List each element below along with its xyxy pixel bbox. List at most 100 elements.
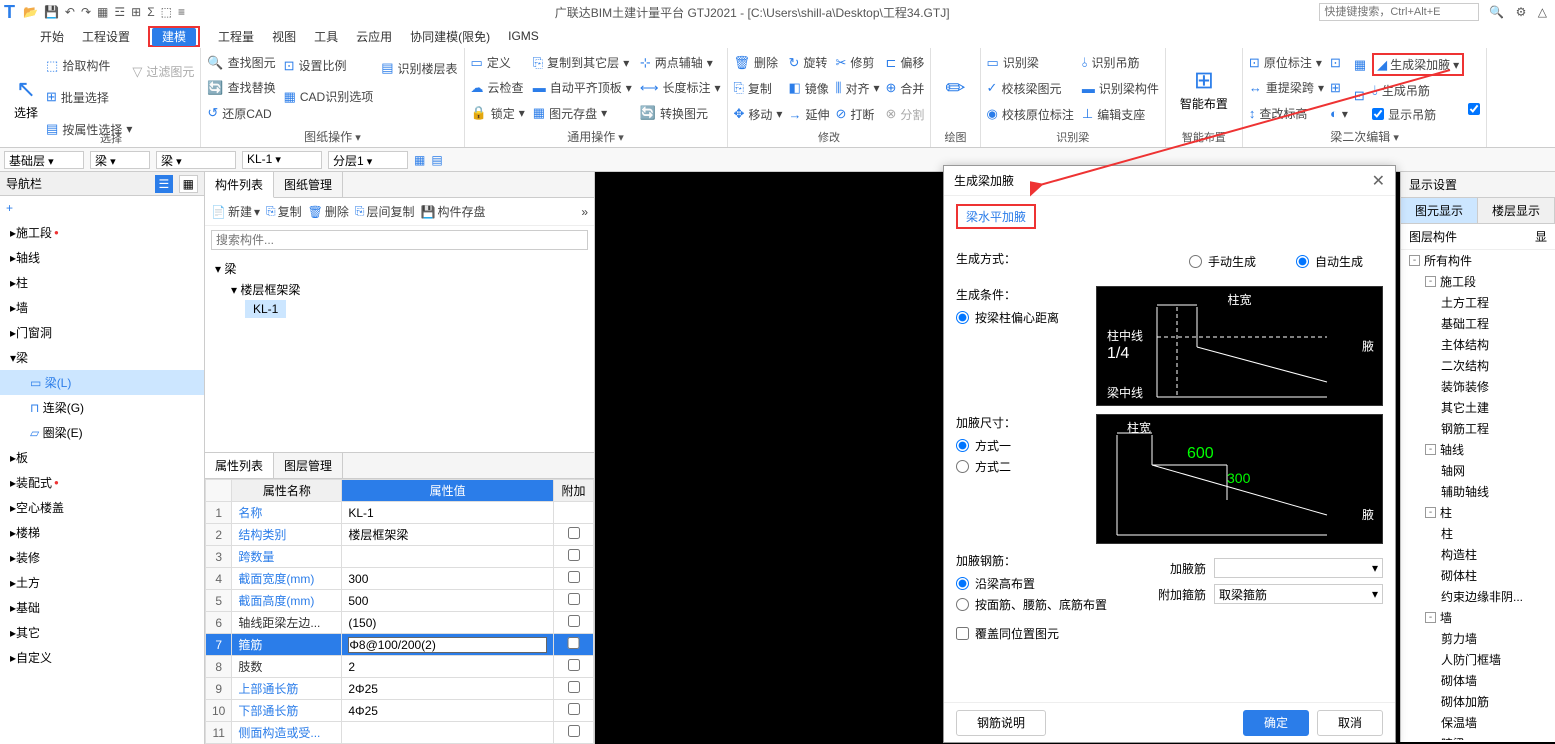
more-icon[interactable]: » <box>581 205 588 219</box>
new-button[interactable]: 📄新建 ▾ <box>211 203 260 220</box>
elev-button[interactable]: ↕查改标高 <box>1249 105 1324 122</box>
cloud-check-button[interactable]: ☁云检查 <box>471 79 525 96</box>
layer-row[interactable]: -施工段 <box>1401 271 1555 292</box>
layer-row[interactable]: 约束边缘非阴... <box>1401 586 1555 607</box>
prop-row[interactable]: 6轴线距梁左边...(150) <box>206 612 594 634</box>
layer-row[interactable]: 砌体柱 <box>1401 565 1555 586</box>
menu-igms[interactable]: IGMS <box>508 29 539 43</box>
layer-row[interactable]: 基础工程 <box>1401 313 1555 334</box>
segment-select[interactable]: 分层1 ▾ <box>328 151 408 169</box>
find-element-button[interactable]: 🔍查找图元 <box>207 54 275 71</box>
radio-by-offset[interactable]: 按梁柱偏心距离 <box>956 309 1086 326</box>
close-icon[interactable]: ✕ <box>1372 171 1385 191</box>
extend-button[interactable]: →延伸 <box>788 106 829 123</box>
recognize-hanger-button[interactable]: ⫰识别吊筋 <box>1082 54 1159 71</box>
prop-row[interactable]: 5截面高度(mm)500 <box>206 590 594 612</box>
show-hanger-checkbox[interactable] <box>1372 108 1384 120</box>
rotate-button[interactable]: ↻旋转 <box>788 54 829 71</box>
view-store-button[interactable]: ▦图元存盘▾ <box>533 105 632 122</box>
prop-row[interactable]: 2结构类别楼层框架梁 <box>206 524 594 546</box>
nav-sub-link-beam[interactable]: ⊓ 连梁(G) <box>0 395 204 420</box>
menu-start[interactable]: 开始 <box>40 28 64 45</box>
prop-row[interactable]: 11侧面构造或受... <box>206 722 594 744</box>
qat-layers-icon[interactable]: ☲ <box>114 5 125 19</box>
nav-item-precast[interactable]: ▸ 装配式● <box>0 470 204 495</box>
cancel-button[interactable]: 取消 <box>1317 710 1383 736</box>
overwrite-checkbox-row[interactable]: 覆盖同位置图元 <box>956 625 1383 642</box>
tab-layer-mgmt[interactable]: 图层管理 <box>274 453 343 478</box>
qat-view-icon[interactable]: ▦ <box>97 5 108 19</box>
trim-button[interactable]: ✂修剪 <box>835 54 879 71</box>
menu-view[interactable]: 视图 <box>272 28 296 45</box>
prop-row[interactable]: 9上部通长筋2Φ25 <box>206 678 594 700</box>
copy-to-layer-button[interactable]: ⎘复制到其它层▾ <box>533 54 632 71</box>
extra-checkbox[interactable] <box>1468 103 1480 115</box>
radio-manual[interactable]: 手动生成 <box>1189 253 1256 270</box>
merge-button[interactable]: ⊕合并 <box>886 80 925 97</box>
nav-list-view-button[interactable]: ☰ <box>155 175 174 193</box>
layer-row[interactable]: 砌体墙 <box>1401 670 1555 691</box>
qat-redo-icon[interactable]: ↷ <box>81 5 91 19</box>
layer-row[interactable]: 柱 <box>1401 523 1555 544</box>
origin-dim-button[interactable]: ⊡原位标注▾ <box>1249 54 1324 71</box>
nav-item-finish[interactable]: ▸ 装修 <box>0 545 204 570</box>
layer-row[interactable]: 轴网 <box>1401 460 1555 481</box>
nav-item-axis[interactable]: ▸ 轴线 <box>0 245 204 270</box>
edit-support-button[interactable]: ⊥编辑支座 <box>1082 106 1159 123</box>
layer-table-button[interactable]: ▤识别楼层表 <box>381 60 457 77</box>
nav-item-foundation[interactable]: ▸ 基础 <box>0 595 204 620</box>
layer-row[interactable]: -柱 <box>1401 502 1555 523</box>
save-component-button[interactable]: 💾构件存盘 <box>421 203 486 220</box>
batch-select-button[interactable]: ⊞批量选择 <box>46 89 132 106</box>
layer-row[interactable]: 暗梁 <box>1401 733 1555 740</box>
qat-more-icon[interactable]: ≡ <box>178 5 185 19</box>
layer-row[interactable]: 钢筋工程 <box>1401 418 1555 439</box>
name-select[interactable]: KL-1 ▾ <box>242 151 322 169</box>
overwrite-checkbox[interactable] <box>956 627 969 640</box>
icon-btn-5[interactable]: ⊡ <box>1354 88 1366 104</box>
menu-cloud[interactable]: 云应用 <box>356 28 392 45</box>
haunch-bar-combo[interactable]: ▾ <box>1214 558 1383 578</box>
prop-row[interactable]: 3跨数量 <box>206 546 594 568</box>
select-big-button[interactable]: ↖ 选择 <box>6 50 46 145</box>
nav-item-earth[interactable]: ▸ 土方 <box>0 570 204 595</box>
nav-grid-view-button[interactable]: ▦ <box>179 175 198 193</box>
smart-layout-button[interactable]: ⊞ 智能布置 <box>1172 50 1236 127</box>
layer-row[interactable]: -所有构件 <box>1401 250 1555 271</box>
ok-button[interactable]: 确定 <box>1243 710 1309 736</box>
tree-root[interactable]: ▾ 梁 <box>215 258 584 279</box>
tab-properties[interactable]: 属性列表 <box>205 453 274 478</box>
align-button[interactable]: ⫼对齐▾ <box>835 80 879 97</box>
mirror-button[interactable]: ◧镜像 <box>788 80 829 97</box>
icon-btn-4[interactable]: ▦ <box>1354 57 1366 73</box>
radio-along-beam[interactable]: 沿梁高布置 <box>956 575 1136 592</box>
layer-row[interactable]: 土方工程 <box>1401 292 1555 313</box>
layer-row[interactable]: 砌体加筋 <box>1401 691 1555 712</box>
radio-auto[interactable]: 自动生成 <box>1296 253 1363 270</box>
set-scale-button[interactable]: ⊡设置比例 <box>284 57 374 74</box>
layer-row[interactable]: -轴线 <box>1401 439 1555 460</box>
layer-row[interactable]: 人防门框墙 <box>1401 649 1555 670</box>
recognize-beam-member-button[interactable]: ▬识别梁构件 <box>1082 80 1159 97</box>
icon-btn-2[interactable]: ⊞ <box>1330 80 1348 96</box>
filter-icon-2[interactable]: ▤ <box>431 153 442 167</box>
icon-btn-1[interactable]: ⊡ <box>1330 55 1348 71</box>
prop-row[interactable]: 7箍筋 <box>206 634 594 656</box>
search-icon[interactable]: 🔍 <box>1489 5 1504 19</box>
filter-icon-1[interactable]: ▦ <box>414 153 425 167</box>
nav-item-hollow[interactable]: ▸ 空心楼盖 <box>0 495 204 520</box>
tree-group[interactable]: ▾ 楼层框架梁 <box>231 279 584 300</box>
radio-mode1[interactable]: 方式一 <box>956 437 1086 454</box>
show-hanger-button[interactable]: 显示吊筋 <box>1372 106 1464 123</box>
layer-select[interactable]: 基础层 ▾ <box>4 151 84 169</box>
nav-sub-beam[interactable]: ▭ 梁(L) <box>0 370 204 395</box>
nav-item-slab[interactable]: ▸ 板 <box>0 445 204 470</box>
recognize-beam-button[interactable]: ▭识别梁 <box>987 54 1074 71</box>
offset-button[interactable]: ⊏偏移 <box>886 54 925 71</box>
auto-flat-button[interactable]: ▬自动平齐顶板▾ <box>533 79 632 96</box>
tab-floor-display[interactable]: 楼层显示 <box>1478 198 1555 223</box>
define-button[interactable]: ▭定义 <box>471 54 525 71</box>
qat-settings-icon[interactable]: ⊞ <box>131 5 141 19</box>
radio-mode2[interactable]: 方式二 <box>956 458 1086 475</box>
nav-item-construction[interactable]: ▸ 施工段● <box>0 220 204 245</box>
